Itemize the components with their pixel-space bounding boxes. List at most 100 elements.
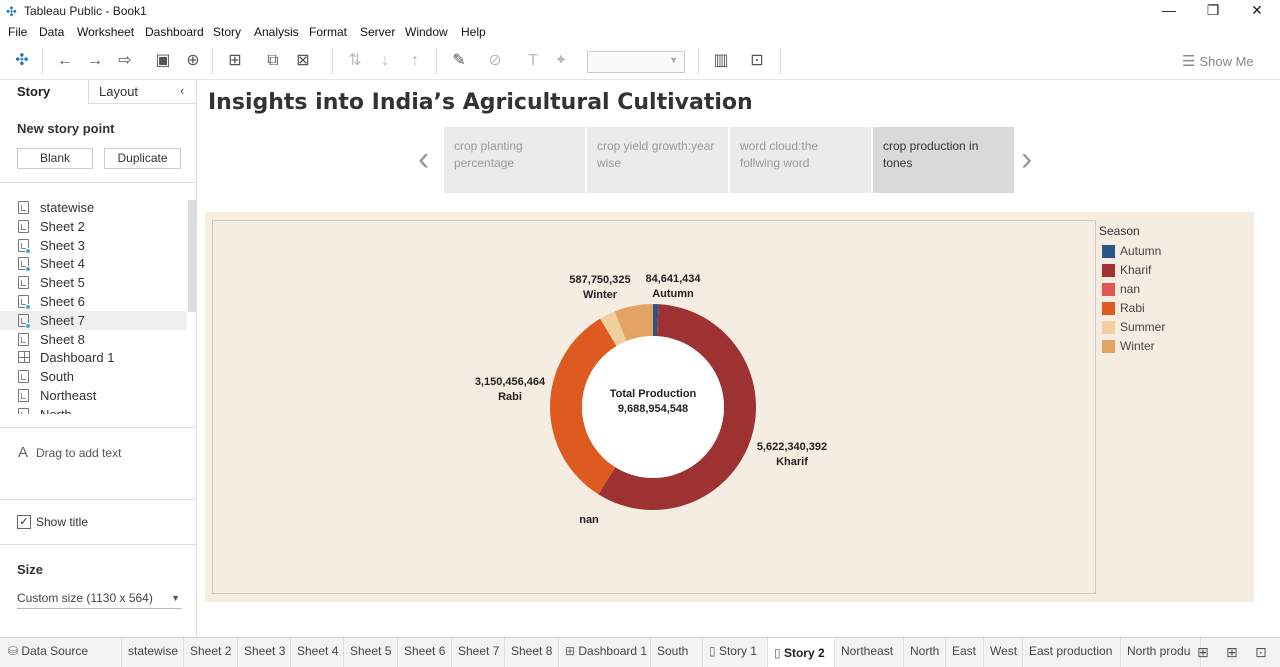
- sheet-list-item[interactable]: Dashboard 1: [0, 348, 187, 367]
- menu-dashboard[interactable]: Dashboard: [145, 25, 204, 39]
- drag-to-add-text[interactable]: A Drag to add text: [18, 444, 121, 461]
- new-story-tab-icon[interactable]: ⊡: [1255, 644, 1267, 661]
- show-me-label: Show Me: [1199, 54, 1254, 69]
- worksheet-icon: [18, 332, 29, 346]
- menu-file[interactable]: File: [8, 25, 27, 39]
- tab-statewise[interactable]: statewise: [122, 638, 184, 667]
- tab-east[interactable]: East: [946, 638, 984, 667]
- tab-north-produ[interactable]: North produ: [1121, 638, 1201, 667]
- tab-sheet-3[interactable]: Sheet 3: [238, 638, 291, 667]
- new-story-point-heading: New story point: [17, 121, 115, 136]
- undo-icon[interactable]: ←: [54, 50, 76, 72]
- tab-dashboard-1[interactable]: ⊞ Dashboard 1: [559, 638, 651, 667]
- menu-format[interactable]: Format: [309, 25, 347, 39]
- legend-item[interactable]: Winter: [1099, 337, 1249, 356]
- menu-worksheet[interactable]: Worksheet: [77, 25, 134, 39]
- legend-item[interactable]: Autumn: [1099, 242, 1249, 261]
- tab-label: West: [990, 644, 1018, 658]
- legend-item[interactable]: Kharif: [1099, 261, 1249, 280]
- sheet-list-item[interactable]: Sheet 4: [0, 254, 187, 273]
- restore-button[interactable]: ❐: [1190, 0, 1236, 22]
- new-worksheet-icon[interactable]: ⊞: [224, 50, 246, 72]
- group-members-icon[interactable]: ⊘: [484, 50, 506, 72]
- tab-sheet-7[interactable]: Sheet 7: [452, 638, 505, 667]
- tab-sheet-5[interactable]: Sheet 5: [344, 638, 398, 667]
- sheet-list-item[interactable]: Sheet 8: [0, 330, 187, 349]
- tab-sheet-8[interactable]: Sheet 8: [505, 638, 559, 667]
- tab-sheet-2[interactable]: Sheet 2: [184, 638, 238, 667]
- fit-dropdown[interactable]: ▼: [587, 51, 685, 73]
- legend-item[interactable]: Rabi: [1099, 299, 1249, 318]
- tab-east-production[interactable]: East production: [1023, 638, 1121, 667]
- blank-button[interactable]: Blank: [17, 148, 93, 169]
- sheet-list-label: North: [40, 407, 72, 414]
- menu-server[interactable]: Server: [360, 25, 395, 39]
- new-worksheet-tab-icon[interactable]: ⊞: [1197, 644, 1209, 661]
- sheet-list-item[interactable]: statewise: [0, 198, 187, 217]
- swap-rows-columns-icon[interactable]: ⇅: [344, 50, 366, 72]
- tab-northeast[interactable]: Northeast: [835, 638, 904, 667]
- tab-west[interactable]: West: [984, 638, 1023, 667]
- menu-window[interactable]: Window: [405, 25, 448, 39]
- sidebar-tabs: Story Layout ‹: [0, 80, 197, 104]
- save-icon[interactable]: ▣: [152, 50, 174, 72]
- data-label-value-autumn: 84,641,434: [645, 273, 701, 285]
- new-data-source-icon[interactable]: ⊕: [182, 50, 204, 72]
- new-dashboard-tab-icon[interactable]: ⊞: [1226, 644, 1238, 661]
- tab-sheet-6[interactable]: Sheet 6: [398, 638, 452, 667]
- show-mark-labels-icon[interactable]: T: [522, 50, 544, 72]
- fix-axes-icon[interactable]: ✦: [550, 50, 572, 72]
- tableau-home-icon[interactable]: ✣: [11, 50, 33, 72]
- sort-ascending-icon[interactable]: ↓: [374, 50, 396, 72]
- sheet-list-item[interactable]: Sheet 6: [0, 292, 187, 311]
- size-dropdown[interactable]: Custom size (1130 x 564) ▼: [17, 591, 182, 609]
- sheet-list-item[interactable]: Sheet 7: [0, 310, 187, 330]
- close-button[interactable]: ✕: [1234, 0, 1280, 22]
- sheet-list-scrollbar[interactable]: [188, 200, 196, 312]
- dashboard-icon: ⊞: [565, 644, 579, 658]
- tab-data-source[interactable]: ⛁ Data Source: [0, 638, 122, 667]
- legend-item[interactable]: nan: [1099, 280, 1249, 299]
- menu-analysis[interactable]: Analysis: [254, 25, 299, 39]
- tab-north[interactable]: North: [904, 638, 946, 667]
- story-icon: ▯: [774, 646, 784, 660]
- tab-story-2[interactable]: ▯ Story 2: [768, 638, 835, 667]
- clear-sheet-icon[interactable]: ⊠: [292, 50, 314, 72]
- show-me-button[interactable]: ☰ Show Me: [1182, 52, 1254, 70]
- tab-story-1[interactable]: ▯ Story 1: [703, 638, 768, 667]
- sheet-list-item[interactable]: Sheet 2: [0, 217, 187, 236]
- sheet-list-item[interactable]: North: [0, 405, 187, 414]
- duplicate-button[interactable]: Duplicate: [104, 148, 181, 169]
- collapse-chevron-icon[interactable]: ‹: [180, 83, 184, 98]
- used-in-story-badge-icon: [25, 266, 31, 273]
- sort-descending-icon[interactable]: ↑: [404, 50, 426, 72]
- sheet-list-label: Northeast: [40, 388, 97, 403]
- legend-item[interactable]: Summer: [1099, 318, 1249, 337]
- sheet-list-item[interactable]: Sheet 5: [0, 273, 187, 292]
- menu-help[interactable]: Help: [461, 25, 486, 39]
- worksheet-icon: [18, 389, 29, 402]
- highlight-icon[interactable]: ✎: [448, 50, 470, 72]
- legend-swatch: [1102, 340, 1115, 353]
- menu-story[interactable]: Story: [213, 25, 241, 39]
- sheet-list-item[interactable]: Sheet 3: [0, 236, 187, 255]
- tab-south[interactable]: South: [651, 638, 703, 667]
- tab-sheet-4[interactable]: Sheet 4: [291, 638, 344, 667]
- presentation-mode-icon[interactable]: ⊡: [746, 50, 768, 72]
- legend-items: Autumn Kharif nan Rabi Summer Winter: [1099, 242, 1249, 356]
- tab-story[interactable]: Story: [17, 84, 50, 99]
- sheet-list-item[interactable]: Northeast: [0, 386, 187, 405]
- tab-label: Dashboard 1: [578, 644, 648, 658]
- pause-updates-icon[interactable]: ⇨: [114, 50, 136, 72]
- duplicate-sheet-icon[interactable]: ⧉: [262, 50, 284, 72]
- sheet-list-item[interactable]: South: [0, 367, 187, 386]
- worksheet-icon-glyph: [21, 223, 26, 230]
- legend-swatch: [1102, 283, 1115, 296]
- tab-layout[interactable]: Layout: [99, 84, 138, 99]
- worksheet-icon: [18, 295, 31, 310]
- show-cards-icon[interactable]: ▥: [710, 50, 732, 72]
- show-title-checkbox[interactable]: ✓: [17, 515, 31, 529]
- redo-icon[interactable]: →: [84, 50, 106, 72]
- minimize-button[interactable]: —: [1146, 0, 1192, 22]
- menu-data[interactable]: Data: [39, 25, 64, 39]
